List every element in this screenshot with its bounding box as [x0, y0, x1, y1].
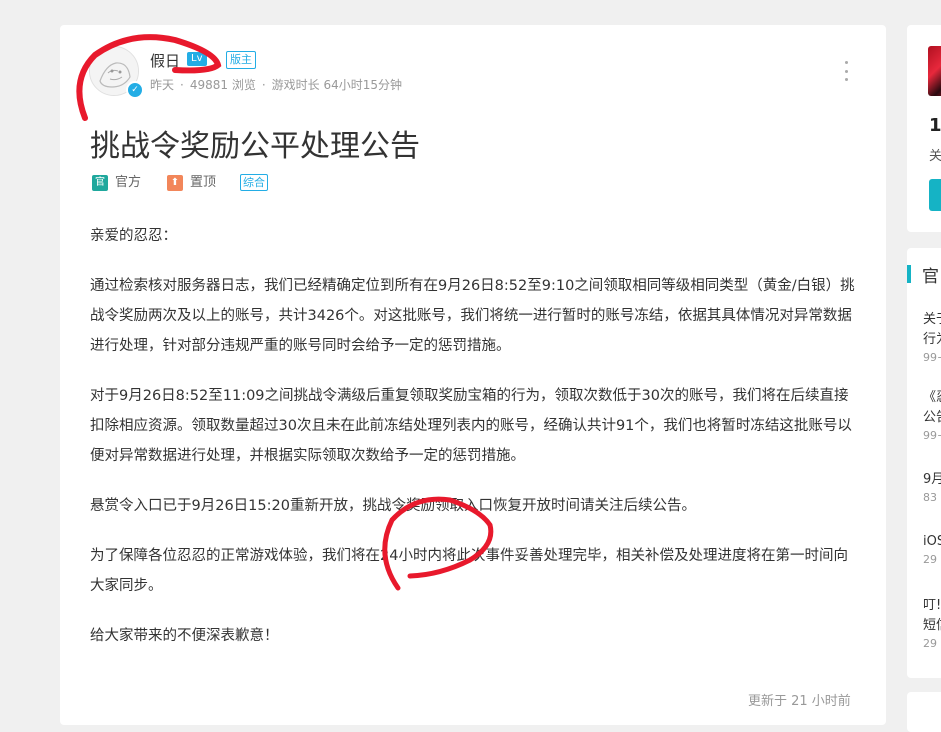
official-post-item[interactable]: 叮! 短信 29 — [923, 596, 941, 652]
forum-info-card: 13 关 — [907, 25, 941, 232]
forum-thumbnail[interactable] — [928, 46, 941, 96]
view-count: 49881 浏览 — [189, 78, 256, 92]
item-stat: 99+ — [923, 351, 941, 364]
paragraph: 悬赏令入口已于9月26日15:20重新开放，挑战令奖励领取入口恢复开放时间请关注… — [90, 498, 696, 514]
forum-follow-label: 关 — [929, 149, 941, 164]
item-stat: 99+ — [923, 429, 941, 442]
item-stat: 83 — [923, 491, 937, 504]
forum-count: 13 — [929, 115, 941, 136]
paragraph: 为了保障各位忍忍的正常游戏体验，我们将在24小时内将此次事件妥善处理完毕，相关补… — [90, 548, 848, 594]
official-post-item[interactable]: iOS 29 — [923, 532, 941, 568]
author-name[interactable]: 假日 — [150, 50, 180, 71]
official-post-item[interactable]: 9月 83 — [923, 470, 941, 506]
tag-pinned[interactable]: ⬆ 置顶 — [167, 174, 216, 192]
item-title: 9月 — [923, 472, 941, 487]
post-title: 挑战令奖励公平处理公告 — [90, 129, 420, 164]
post-time: 昨天 — [150, 78, 175, 92]
item-title: 《忍 — [923, 390, 941, 405]
item-title: 行为 — [923, 332, 941, 347]
tag-official-label: 官方 — [115, 175, 142, 190]
level-badge: Lv — [187, 52, 207, 66]
heading-accent-bar — [907, 265, 911, 283]
more-options-icon[interactable] — [842, 61, 850, 81]
meta-separator: · — [261, 78, 266, 92]
item-title: iOS — [923, 534, 941, 549]
moderator-badge: 版主 — [226, 51, 256, 69]
post-card: ✓ 假日 Lv 版主 昨天 · 49881 浏览 · 游戏时长 64小时15分钟 挑战令… — [60, 25, 886, 725]
item-title: 关于 — [923, 312, 941, 327]
item-stat: 29 — [923, 553, 937, 566]
tag-official[interactable]: 官官方 — [92, 174, 141, 192]
item-title: 短信 — [923, 618, 941, 633]
paragraph: 对于9月26日8:52至11:09之间挑战令满级后重复领取奖励宝箱的行为，领取次… — [90, 388, 852, 464]
sidebar-card — [907, 692, 941, 732]
forum-follow-button[interactable] — [929, 179, 941, 211]
item-title: 叮! — [923, 598, 941, 613]
meta-separator: · — [180, 78, 184, 92]
item-title: 公告 — [923, 410, 941, 425]
official-heading: 官 — [922, 267, 939, 287]
paragraph: 通过检索核对服务器日志，我们已经精确定位到所有在9月26日8:52至9:10之间… — [90, 278, 855, 354]
tag-category[interactable]: 综合 — [240, 174, 268, 191]
paragraph: 给大家带来的不便深表歉意！ — [90, 628, 279, 644]
official-post-item[interactable]: 《忍 公告 99+ — [923, 388, 941, 444]
official-post-item[interactable]: 关于 行为 99+ — [923, 310, 941, 366]
verified-icon: ✓ — [126, 81, 144, 99]
post-meta: 昨天 · 49881 浏览 · 游戏时长 64小时15分钟 — [150, 76, 402, 93]
item-stat: 29 — [923, 637, 937, 650]
pin-up-arrow-icon: ⬆ — [167, 174, 183, 191]
playtime: 游戏时长 64小时15分钟 — [271, 78, 403, 92]
tag-pinned-label: 置顶 — [190, 175, 217, 190]
post-content: 亲爱的忍忍： 通过检索核对服务器日志，我们已经精确定位到所有在9月26日8:52… — [90, 221, 860, 671]
updated-time: 更新于 21 小时前 — [748, 694, 851, 709]
paragraph: 亲爱的忍忍： — [90, 228, 177, 244]
official-icon: 官 — [92, 174, 108, 191]
official-posts-card: 官 关于 行为 99+ 《忍 公告 99+ 9月 83 iOS 29 叮! 短信… — [907, 248, 941, 678]
